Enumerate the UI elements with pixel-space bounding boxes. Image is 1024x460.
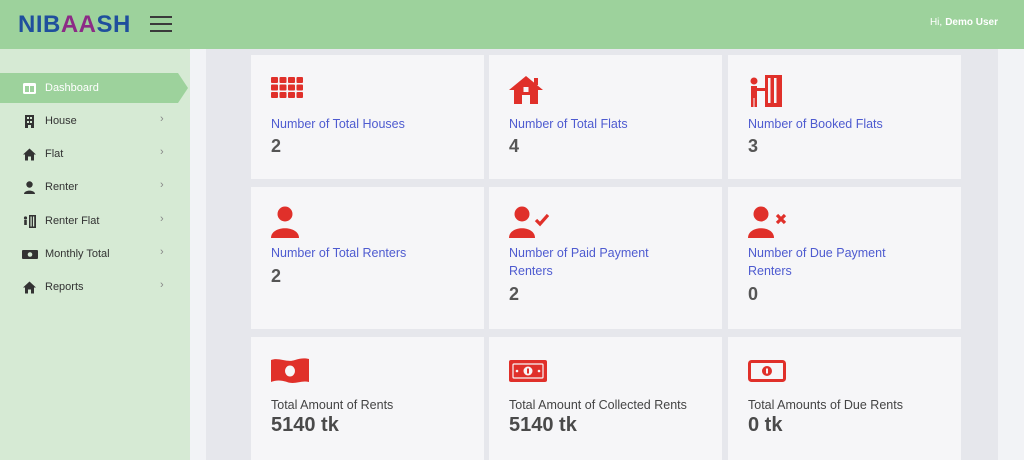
card-value: 0 tk (748, 414, 783, 436)
sidebar-item-reports[interactable]: Reports › (0, 272, 178, 302)
card-title: Number of Paid Payment Renters (509, 246, 649, 278)
card-title: Number of Total Flats (509, 117, 628, 131)
card-value: 5140 tk (509, 414, 577, 436)
card-title: Total Amounts of Due Rents (748, 398, 903, 412)
card-total-flats[interactable]: Number of Total Flats 4 (489, 55, 722, 179)
card-collected-rents[interactable]: Total Amount of Collected Rents 5140 tk (489, 337, 722, 460)
card-title: Total Amount of Rents (271, 398, 394, 412)
grid-icon (271, 77, 303, 98)
card-title: Number of Booked Flats (748, 117, 883, 131)
card-value: 2 (271, 266, 282, 286)
card-due-renters[interactable]: Number of Due Payment Renters 0 (728, 187, 961, 329)
card-value: 4 (509, 136, 520, 156)
card-total-houses[interactable]: Number of Total Houses 2 (251, 55, 484, 179)
booked-door-icon (750, 75, 782, 107)
card-total-rents[interactable]: Total Amount of Rents 5140 tk (251, 337, 484, 460)
building-icon (25, 115, 34, 128)
user-check-icon (509, 206, 549, 238)
main-content: Number of Total Houses 2 Number of Total… (190, 49, 1024, 460)
brand-logo[interactable]: NIBAASH (18, 11, 131, 39)
sidebar-item-flat[interactable]: Flat › (0, 139, 178, 169)
chevron-right-icon: › (160, 113, 164, 125)
chevron-right-icon: › (160, 146, 164, 158)
sidebar-item-dashboard[interactable]: Dashboard (0, 73, 188, 103)
card-paid-renters[interactable]: Number of Paid Payment Renters 2 (489, 187, 722, 329)
bill-icon (509, 360, 547, 382)
card-value: 2 (509, 284, 520, 304)
home-icon (23, 148, 36, 161)
card-title: Number of Total Renters (271, 246, 407, 260)
sidebar-item-house[interactable]: House › (0, 106, 178, 136)
banknote-icon (271, 358, 309, 383)
money-icon (22, 250, 38, 259)
dashboard-grid: Number of Total Houses 2 Number of Total… (206, 49, 998, 460)
chevron-right-icon: › (160, 213, 164, 225)
menu-toggle-icon[interactable] (150, 16, 172, 32)
chevron-right-icon: › (160, 279, 164, 291)
card-title: Number of Due Payment Renters (748, 246, 886, 278)
user-icon (271, 206, 299, 238)
card-value: 3 (748, 136, 759, 156)
sidebar-item-renter[interactable]: Renter › (0, 172, 178, 202)
card-value: 0 (748, 284, 759, 304)
user-name: Demo User (945, 17, 998, 28)
user-greeting[interactable]: Hi, Demo User (930, 17, 998, 28)
card-value: 2 (271, 136, 282, 156)
user-icon (24, 181, 35, 194)
card-total-renters[interactable]: Number of Total Renters 2 (251, 187, 484, 329)
card-title: Total Amount of Collected Rents (509, 398, 687, 412)
sidebar-item-renter-flat[interactable]: Renter Flat › (0, 206, 178, 236)
sidebar: Dashboard House › Flat › Renter › Renter… (0, 49, 190, 460)
sidebar-item-monthly-total[interactable]: Monthly Total › (0, 239, 178, 269)
card-booked-flats[interactable]: Number of Booked Flats 3 (728, 55, 961, 179)
card-due-rents[interactable]: Total Amounts of Due Rents 0 tk (728, 337, 961, 460)
card-value: 5140 tk (271, 414, 339, 436)
chevron-right-icon: › (160, 246, 164, 258)
top-bar: NIBAASH Hi, Demo User (0, 0, 1024, 49)
door-icon (23, 215, 36, 228)
home-icon (23, 281, 36, 294)
bill-outline-icon (748, 360, 786, 382)
user-x-icon (748, 206, 787, 238)
card-title: Number of Total Houses (271, 117, 405, 131)
dashboard-icon (23, 83, 36, 94)
house-icon (509, 76, 543, 104)
chevron-right-icon: › (160, 179, 164, 191)
